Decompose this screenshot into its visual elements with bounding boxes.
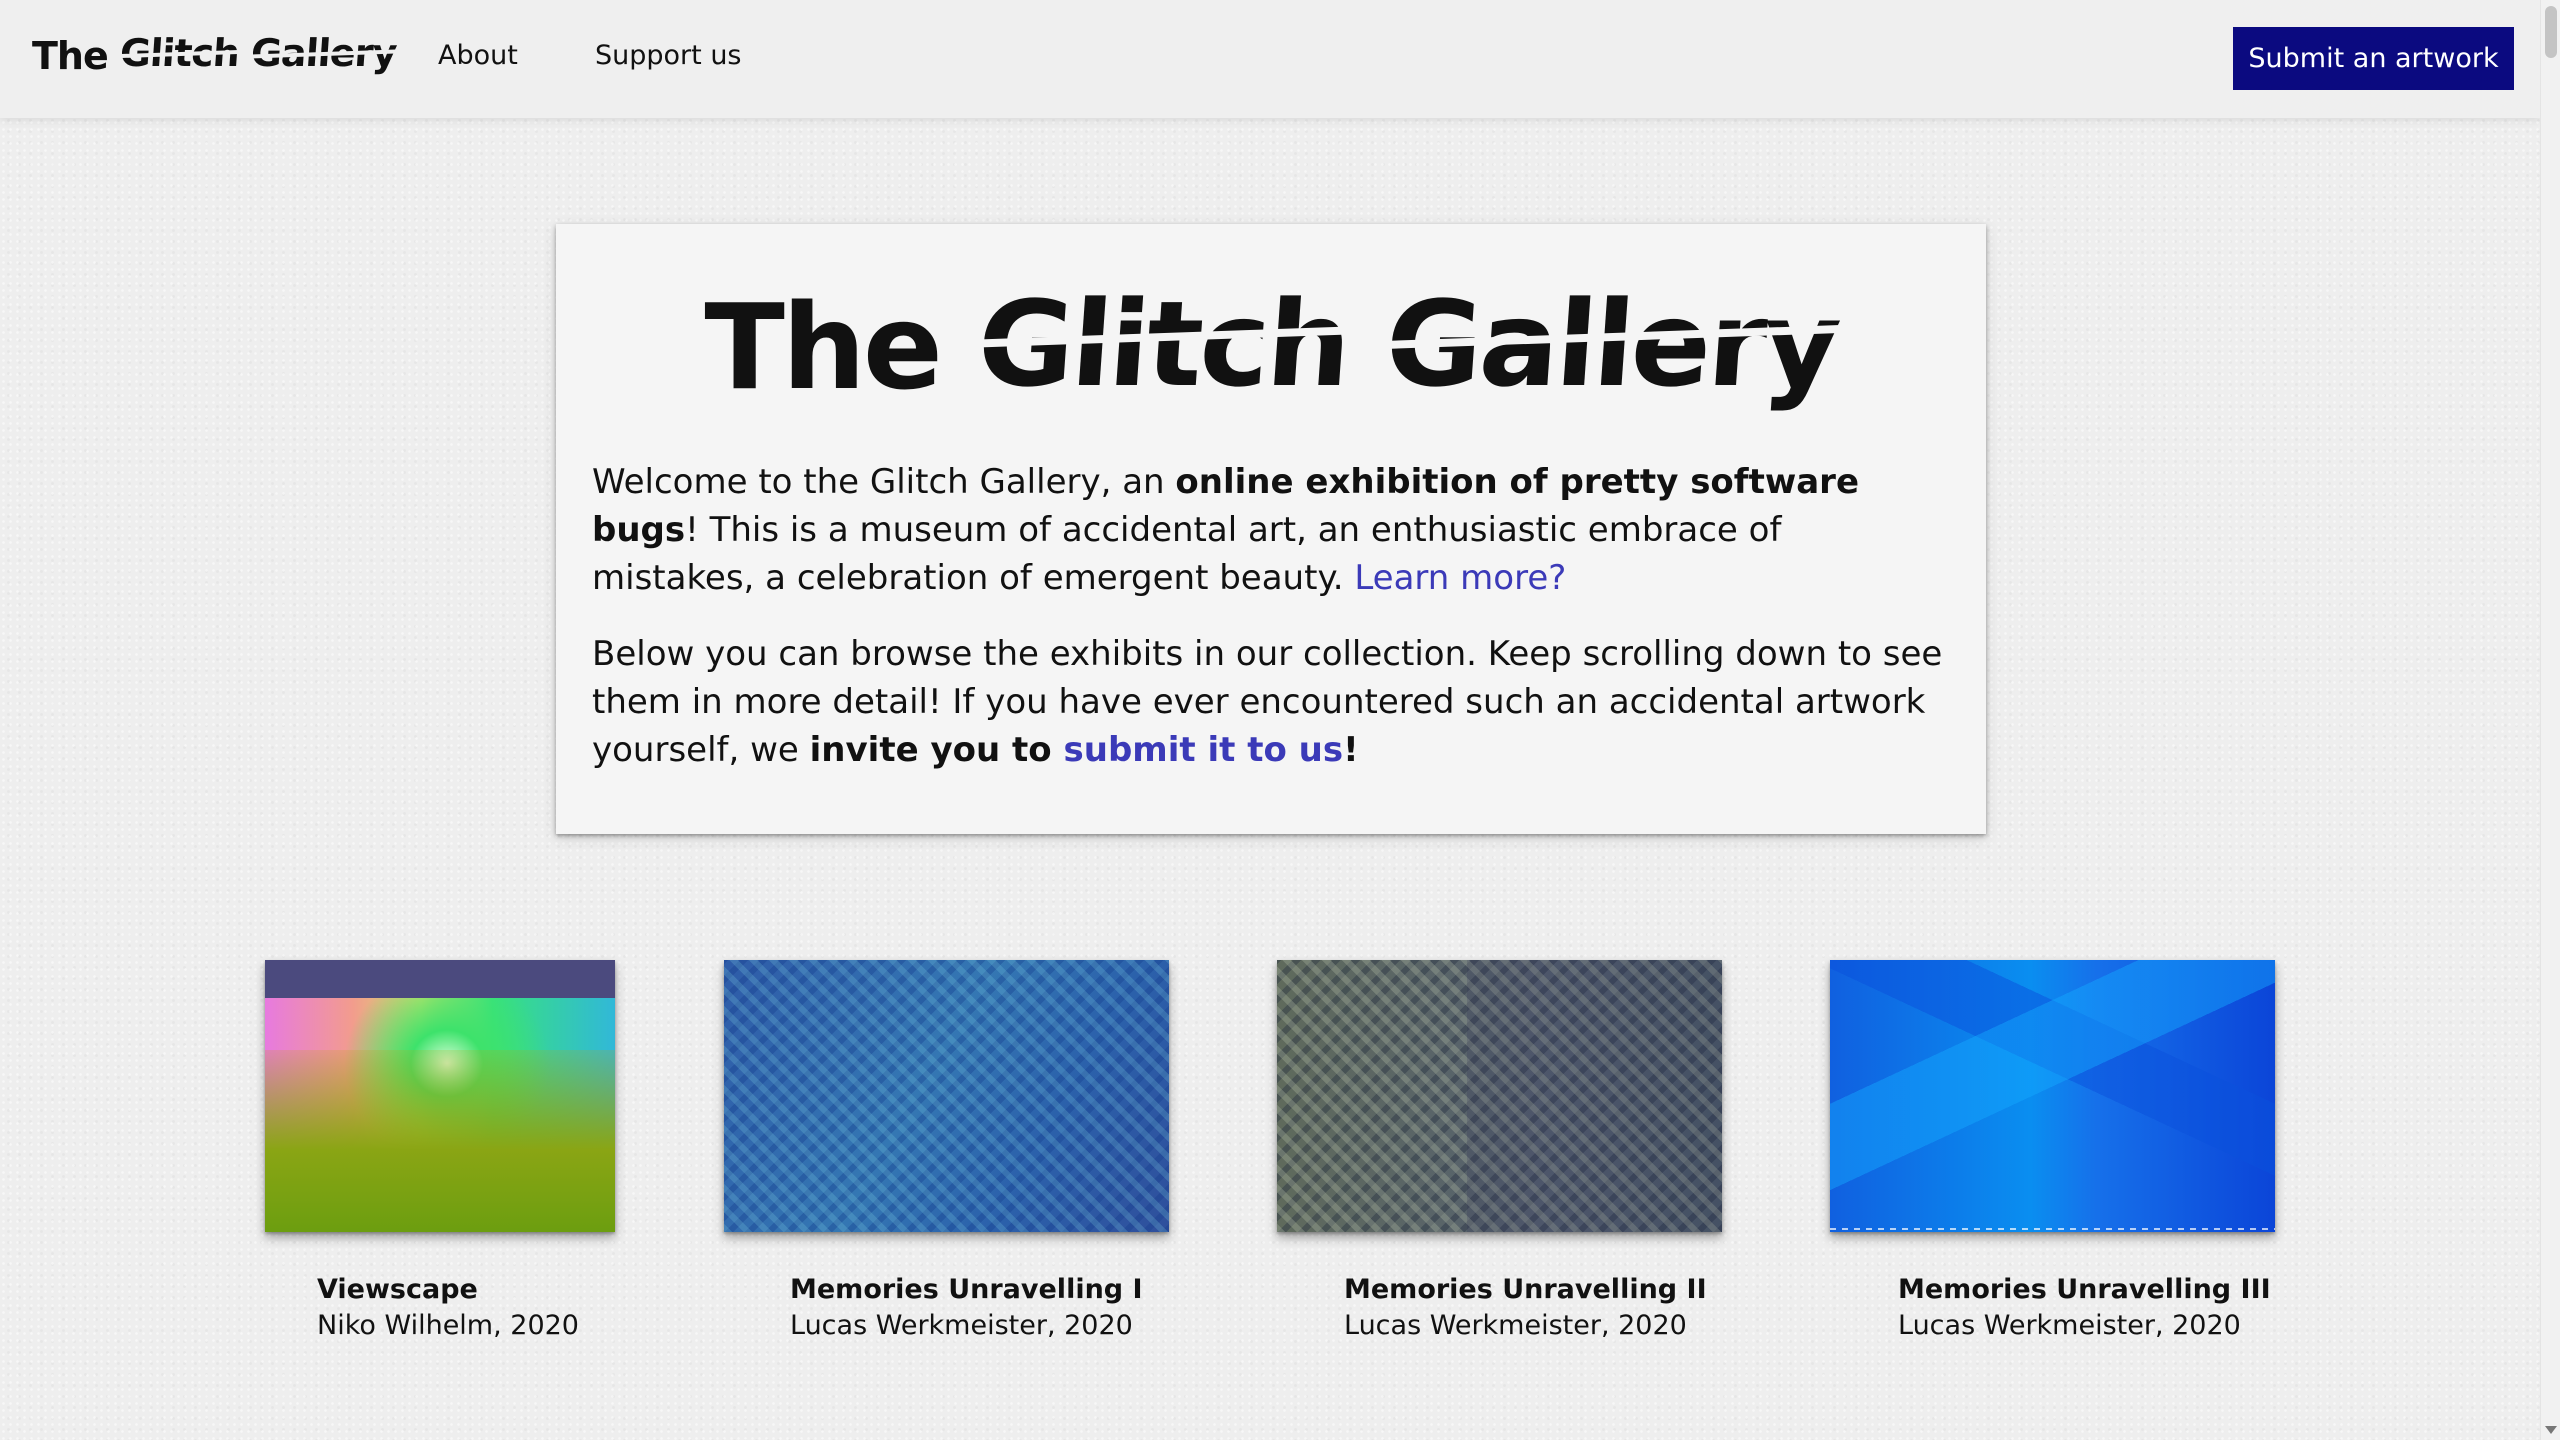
artwork-title: Memories Unravelling I — [790, 1274, 1143, 1305]
title-word-glitch: Glitch — [973, 275, 1353, 413]
brand-word-the: The — [32, 34, 120, 78]
intro-paragraph-welcome: Welcome to the Glitch Gallery, an online… — [592, 462, 1860, 598]
site-header: The Glitch Gallery About Support us Subm… — [0, 0, 2540, 118]
artwork-artist: Lucas Werkmeister, 2020 — [790, 1310, 1133, 1341]
brand-word-gallery: Gallery — [250, 31, 398, 78]
submit-it-link[interactable]: submit it to us — [1064, 730, 1344, 770]
intro-paragraph-browse: Below you can browse the exhibits in our… — [592, 634, 1943, 770]
scroll-down-arrow-icon[interactable] — [2545, 1426, 2557, 1434]
brand-word-glitch: Glitch — [118, 31, 240, 78]
learn-more-link[interactable]: Learn more? — [1354, 558, 1566, 598]
page-scrollbar[interactable] — [2540, 0, 2560, 1440]
artwork-artist: Lucas Werkmeister, 2020 — [1344, 1310, 1687, 1341]
nav-about-link[interactable]: About — [438, 40, 518, 71]
artwork-caption[interactable]: Memories Unravelling I Lucas Werkmeister… — [790, 1272, 1143, 1344]
artwork-artist: Niko Wilhelm, 2020 — [317, 1310, 579, 1341]
artwork-title: Viewscape — [317, 1274, 478, 1305]
artwork-image-memories-1[interactable] — [724, 960, 1169, 1232]
intro-card: The Glitch Gallery Welcome to the Glitch… — [556, 224, 1986, 834]
artwork-caption[interactable]: Memories Unravelling III Lucas Werkmeist… — [1898, 1272, 2271, 1344]
artwork-title: Memories Unravelling III — [1898, 1274, 2271, 1305]
page-title: The Glitch Gallery — [704, 275, 1843, 416]
artwork-caption[interactable]: Viewscape Niko Wilhelm, 2020 — [317, 1272, 579, 1344]
scrollbar-thumb[interactable] — [2545, 6, 2557, 58]
artwork-title: Memories Unravelling II — [1344, 1274, 1707, 1305]
nav-support-link[interactable]: Support us — [595, 40, 742, 71]
artwork-caption[interactable]: Memories Unravelling II Lucas Werkmeiste… — [1344, 1272, 1707, 1344]
artwork-artist: Lucas Werkmeister, 2020 — [1898, 1310, 2241, 1341]
submit-artwork-button[interactable]: Submit an artwork — [2233, 27, 2514, 90]
brand-logo[interactable]: The Glitch Gallery — [32, 31, 398, 78]
artwork-image-memories-2[interactable] — [1277, 960, 1722, 1232]
artwork-image-memories-3[interactable] — [1830, 960, 2275, 1232]
title-word-gallery: Gallery — [1381, 275, 1843, 413]
artwork-image-viewscape[interactable] — [265, 960, 615, 1232]
